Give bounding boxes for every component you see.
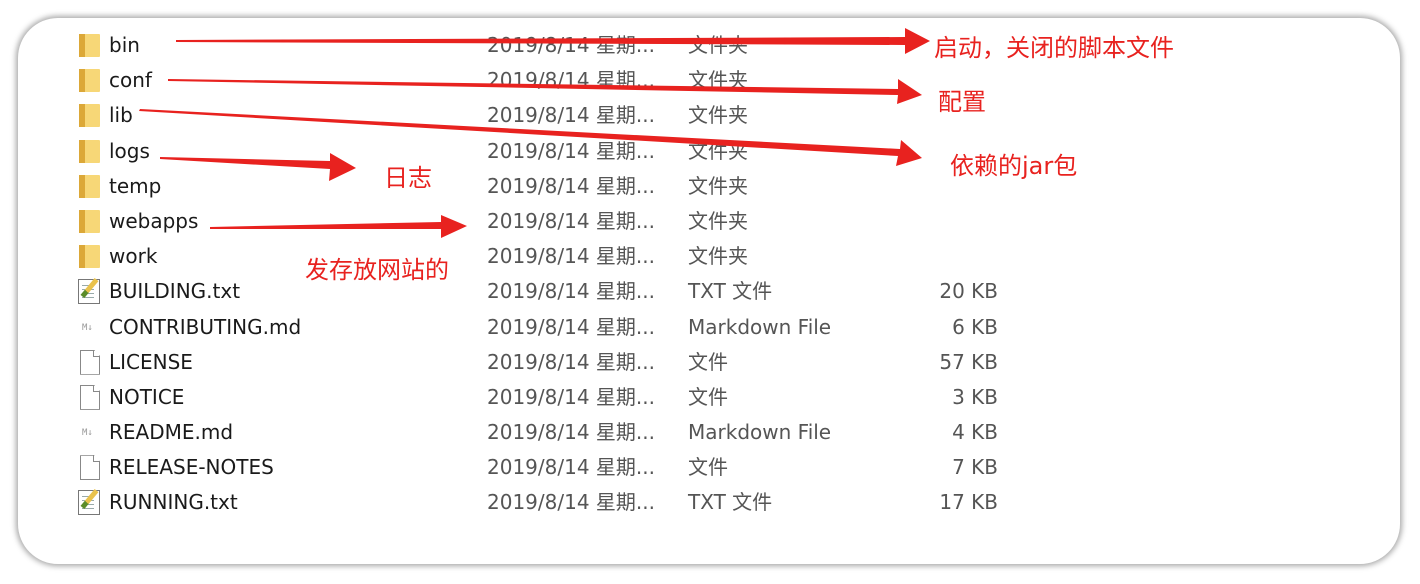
file-name: conf (109, 68, 152, 93)
file-type: 文件夹 (688, 68, 748, 93)
file-row-release-notes[interactable]: RELEASE-NOTES 2019/8/14 星期... 文件 7 KB (0, 450, 1420, 485)
file-date: 2019/8/14 星期... (487, 173, 655, 198)
folder-icon (78, 204, 102, 239)
file-row-bin[interactable]: bin 2019/8/14 星期... 文件夹 (0, 28, 1420, 63)
file-size: 57 KB (939, 349, 998, 374)
folder-icon (78, 134, 102, 169)
file-size: 3 KB (952, 384, 998, 409)
file-name: lib (109, 103, 133, 128)
folder-icon (78, 239, 102, 274)
file-row-work[interactable]: work 2019/8/14 星期... 文件夹 (0, 239, 1420, 274)
file-name: temp (109, 173, 162, 198)
file-row-conf[interactable]: conf 2019/8/14 星期... 文件夹 (0, 63, 1420, 98)
file-name: work (109, 244, 158, 269)
file-type: 文件 (688, 349, 728, 374)
file-date: 2019/8/14 星期... (487, 314, 655, 339)
file-date: 2019/8/14 星期... (487, 490, 655, 515)
file-date: 2019/8/14 星期... (487, 349, 655, 374)
file-list: bin 2019/8/14 星期... 文件夹 conf 2019/8/14 星… (0, 28, 1420, 521)
file-size: 20 KB (939, 279, 998, 304)
text-file-icon (78, 485, 102, 520)
file-type: 文件夹 (688, 138, 748, 163)
folder-icon (78, 28, 102, 63)
file-type: 文件夹 (688, 208, 748, 233)
annotation-lib: 依赖的jar包 (950, 152, 1078, 180)
file-row-lib[interactable]: lib 2019/8/14 星期... 文件夹 (0, 98, 1420, 133)
file-date: 2019/8/14 星期... (487, 420, 655, 445)
file-date: 2019/8/14 星期... (487, 208, 655, 233)
file-type: 文件夹 (688, 173, 748, 198)
file-row-running[interactable]: RUNNING.txt 2019/8/14 星期... TXT 文件 17 KB (0, 485, 1420, 520)
blank-file-icon (78, 380, 102, 415)
file-type: TXT 文件 (688, 490, 773, 515)
blank-file-icon (78, 345, 102, 380)
file-date: 2019/8/14 星期... (487, 138, 655, 163)
file-type: 文件 (688, 455, 728, 480)
file-date: 2019/8/14 星期... (487, 103, 655, 128)
annotation-bin: 启动，关闭的脚本文件 (934, 34, 1174, 62)
file-row-readme[interactable]: M↓ README.md 2019/8/14 星期... Markdown Fi… (0, 415, 1420, 450)
file-date: 2019/8/14 星期... (487, 279, 655, 304)
file-type: 文件夹 (688, 244, 748, 269)
file-type: 文件 (688, 384, 728, 409)
file-type: TXT 文件 (688, 279, 773, 304)
file-size: 4 KB (952, 420, 998, 445)
file-row-license[interactable]: LICENSE 2019/8/14 星期... 文件 57 KB (0, 345, 1420, 380)
file-name: BUILDING.txt (109, 279, 241, 304)
file-size: 7 KB (952, 455, 998, 480)
file-name: RELEASE-NOTES (109, 455, 274, 480)
file-name: NOTICE (109, 384, 185, 409)
file-type: 文件夹 (688, 33, 748, 57)
file-size: 17 KB (939, 490, 998, 515)
file-name: README.md (109, 420, 234, 445)
file-name: LICENSE (109, 349, 193, 374)
file-type: Markdown File (688, 314, 832, 339)
file-name: logs (109, 138, 150, 163)
file-type: 文件夹 (688, 103, 748, 128)
annotation-conf: 配置 (938, 88, 986, 116)
folder-icon (78, 169, 102, 204)
markdown-file-icon: M↓ (82, 322, 93, 333)
file-name: bin (109, 33, 140, 57)
file-row-webapps[interactable]: webapps 2019/8/14 星期... 文件夹 (0, 204, 1420, 239)
file-row-notice[interactable]: NOTICE 2019/8/14 星期... 文件 3 KB (0, 380, 1420, 415)
annotation-webapps: 发存放网站的 (305, 256, 449, 284)
text-file-icon (78, 274, 102, 309)
file-name: RUNNING.txt (109, 490, 238, 515)
folder-icon (78, 63, 102, 98)
file-date: 2019/8/14 星期... (487, 455, 655, 480)
annotation-logs: 日志 (384, 164, 432, 192)
file-name: CONTRIBUTING.md (109, 314, 302, 339)
file-size: 6 KB (952, 314, 998, 339)
file-name: webapps (109, 208, 199, 233)
file-row-contributing[interactable]: M↓ CONTRIBUTING.md 2019/8/14 星期... Markd… (0, 310, 1420, 345)
file-date: 2019/8/14 星期... (487, 68, 655, 93)
file-size (898, 239, 998, 274)
file-date: 2019/8/14 星期... (487, 384, 655, 409)
file-type: Markdown File (688, 420, 832, 445)
file-date: 2019/8/14 星期... (487, 33, 655, 57)
markdown-file-icon: M↓ (82, 428, 93, 439)
file-size (898, 204, 998, 239)
file-row-building[interactable]: BUILDING.txt 2019/8/14 星期... TXT 文件 20 K… (0, 274, 1420, 309)
file-row-logs[interactable]: logs 2019/8/14 星期... 文件夹 (0, 134, 1420, 169)
file-date: 2019/8/14 星期... (487, 244, 655, 269)
blank-file-icon (78, 450, 102, 485)
folder-icon (78, 98, 102, 133)
file-row-temp[interactable]: temp 2019/8/14 星期... 文件夹 (0, 169, 1420, 204)
